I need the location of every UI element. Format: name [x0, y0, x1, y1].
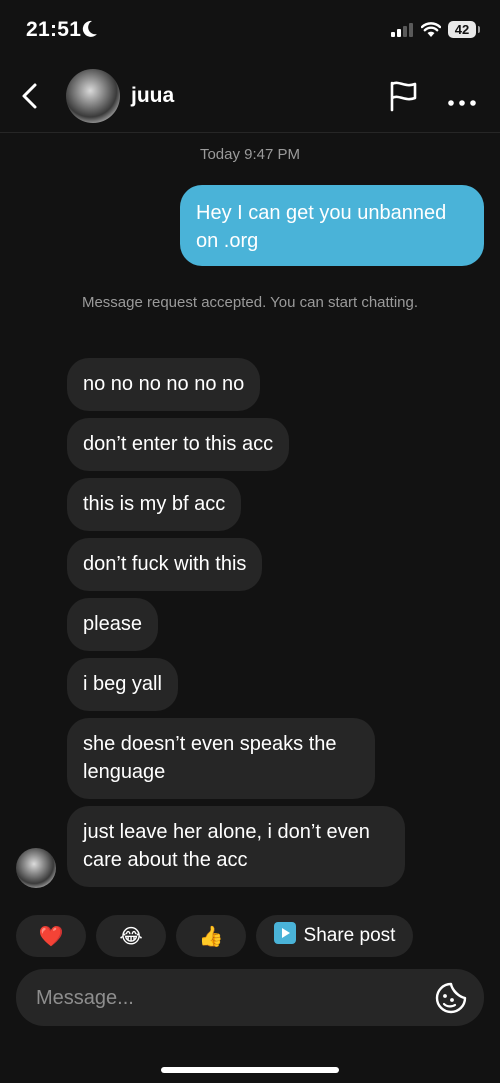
flag-icon[interactable]	[389, 80, 419, 117]
incoming-message[interactable]: i beg yall	[67, 658, 178, 711]
message-input[interactable]	[34, 983, 418, 1013]
avatar[interactable]	[66, 69, 120, 123]
incoming-message[interactable]: don’t enter to this acc	[67, 418, 290, 471]
chat-header: juua	[0, 62, 500, 133]
username[interactable]: juua	[131, 84, 174, 108]
incoming-message[interactable]: no no no no no no	[67, 358, 261, 411]
incoming-message[interactable]: don’t fuck with this	[67, 538, 263, 591]
share-post-button[interactable]: Share post	[256, 915, 413, 957]
battery-indicator: 42	[448, 21, 476, 38]
sticker-icon[interactable]	[434, 981, 468, 1020]
home-indicator	[161, 1067, 339, 1073]
reaction-laugh-button[interactable]: 😂	[96, 915, 166, 957]
incoming-message[interactable]: just leave her alone, i don’t even care …	[67, 806, 405, 887]
heart-emoji: ❤️	[38, 925, 64, 948]
wifi-icon	[420, 22, 442, 42]
play-icon	[273, 922, 296, 950]
incoming-message[interactable]: please	[67, 598, 158, 651]
reaction-thumbs-up-button[interactable]: 👍	[176, 915, 246, 957]
incoming-message[interactable]: this is my bf acc	[67, 478, 242, 531]
battery-tip	[478, 26, 480, 33]
share-post-label: Share post	[303, 925, 396, 946]
chat-timestamp: Today 9:47 PM	[199, 146, 301, 163]
sender-avatar[interactable]	[16, 848, 56, 888]
thumbs-up-emoji: 👍	[198, 925, 224, 948]
outgoing-message[interactable]: Hey I can get you unbanned on .org	[180, 185, 484, 266]
reaction-heart-button[interactable]: ❤️	[16, 915, 86, 957]
signal-icon	[391, 23, 413, 42]
status-bar: 21:51 42	[0, 0, 500, 60]
back-arrow-icon[interactable]	[18, 82, 40, 115]
laugh-emoji: 😂	[119, 925, 143, 948]
incoming-message[interactable]: she doesn’t even speaks the lenguage	[67, 718, 375, 799]
status-time: 21:51	[26, 18, 82, 41]
moon-icon	[82, 20, 98, 43]
message-composer	[16, 969, 484, 1026]
more-options-icon[interactable]	[448, 93, 476, 111]
system-message: Message request accepted. You can start …	[81, 294, 419, 311]
